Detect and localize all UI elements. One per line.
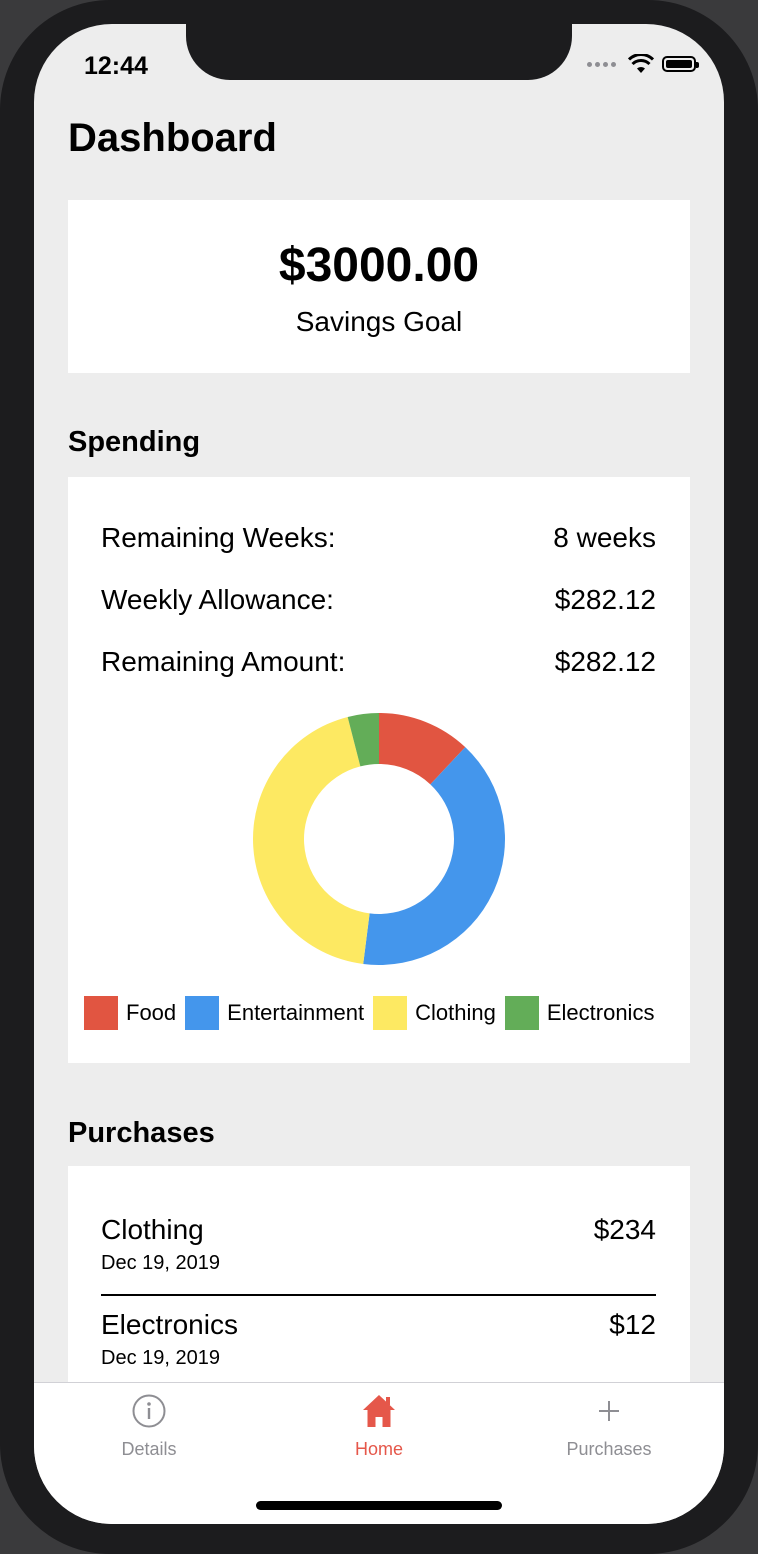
legend-item-clothing: Clothing <box>373 996 496 1030</box>
tab-details[interactable]: Details <box>34 1383 264 1473</box>
info-icon <box>132 1394 166 1428</box>
tab-label: Details <box>121 1439 177 1459</box>
purchase-category: Clothing <box>101 1214 204 1245</box>
savings-goal-card: $3000.00 Savings Goal <box>68 200 690 373</box>
legend-swatch <box>373 996 408 1030</box>
stat-value: $282.12 <box>554 646 656 677</box>
purchase-list-item[interactable]: Electronics $12 Dec 19, 2019 <box>101 1309 656 1370</box>
status-time: 12:44 <box>84 52 148 80</box>
tab-bar: Details Home Purchases <box>34 1382 724 1524</box>
spending-section-title: Spending <box>68 426 201 458</box>
savings-goal-amount: $3000.00 <box>278 239 480 292</box>
legend-label: Electronics <box>546 1000 655 1025</box>
purchase-category: Electronics <box>101 1309 238 1340</box>
legend-label: Clothing <box>415 1000 496 1025</box>
donut-slice-clothing <box>253 716 370 965</box>
legend-label: Food <box>126 1000 177 1025</box>
status-icons <box>587 54 699 74</box>
battery-icon <box>662 56 699 72</box>
stat-value: $282.12 <box>554 584 656 615</box>
notch <box>186 24 572 80</box>
legend-item-food: Food <box>84 996 176 1030</box>
stat-label: Remaining Amount: <box>101 646 346 677</box>
tab-label: Home <box>354 1439 403 1459</box>
purchases-section-title: Purchases <box>68 1117 215 1149</box>
purchase-date: Dec 19, 2019 <box>101 1252 220 1274</box>
stat-label: Weekly Allowance: <box>101 584 334 615</box>
donut-chart-svg <box>253 713 506 965</box>
tab-label: Purchases <box>566 1439 652 1459</box>
legend-item-entertainment: Entertainment <box>185 996 364 1030</box>
page-title: Dashboard <box>68 116 277 160</box>
savings-goal-label: Savings Goal <box>295 306 463 337</box>
tab-purchases[interactable]: Purchases <box>494 1383 724 1473</box>
purchase-list-item[interactable]: Clothing $234 Dec 19, 2019 <box>101 1214 656 1275</box>
device-frame: 12:44 Dashboard $3000.00 Savings Goal Sp… <box>0 0 758 1554</box>
purchase-date: Dec 19, 2019 <box>101 1347 220 1369</box>
screen: 12:44 Dashboard $3000.00 Savings Goal Sp… <box>34 24 724 1524</box>
home-indicator <box>256 1501 502 1510</box>
spending-card: Remaining Weeks: 8 weeks Weekly Allowanc… <box>68 477 690 1063</box>
stat-row-remaining-amount: Remaining Amount: $282.12 <box>101 646 656 678</box>
stat-row-remaining-weeks: Remaining Weeks: 8 weeks <box>101 522 656 554</box>
plus-icon <box>599 1401 619 1421</box>
wifi-icon <box>628 54 654 73</box>
purchase-amount: $12 <box>609 1309 656 1340</box>
stat-row-weekly-allowance: Weekly Allowance: $282.12 <box>101 584 656 616</box>
purchase-divider <box>101 1294 656 1296</box>
legend-swatch <box>84 996 118 1030</box>
legend-swatch <box>504 996 539 1030</box>
stat-value: 8 weeks <box>553 522 656 553</box>
purchase-amount: $234 <box>593 1214 656 1245</box>
legend-swatch <box>185 996 220 1030</box>
home-icon <box>363 1395 395 1427</box>
stat-label: Remaining Weeks: <box>101 522 336 553</box>
legend-label: Entertainment <box>227 1000 365 1025</box>
legend-item-electronics: Electronics <box>504 996 655 1030</box>
spending-donut-chart <box>253 713 506 965</box>
tab-home[interactable]: Home <box>264 1383 494 1473</box>
chart-legend: Food Entertainment Clothing Electronics <box>84 996 663 1030</box>
cellular-signal-icon <box>587 61 616 67</box>
